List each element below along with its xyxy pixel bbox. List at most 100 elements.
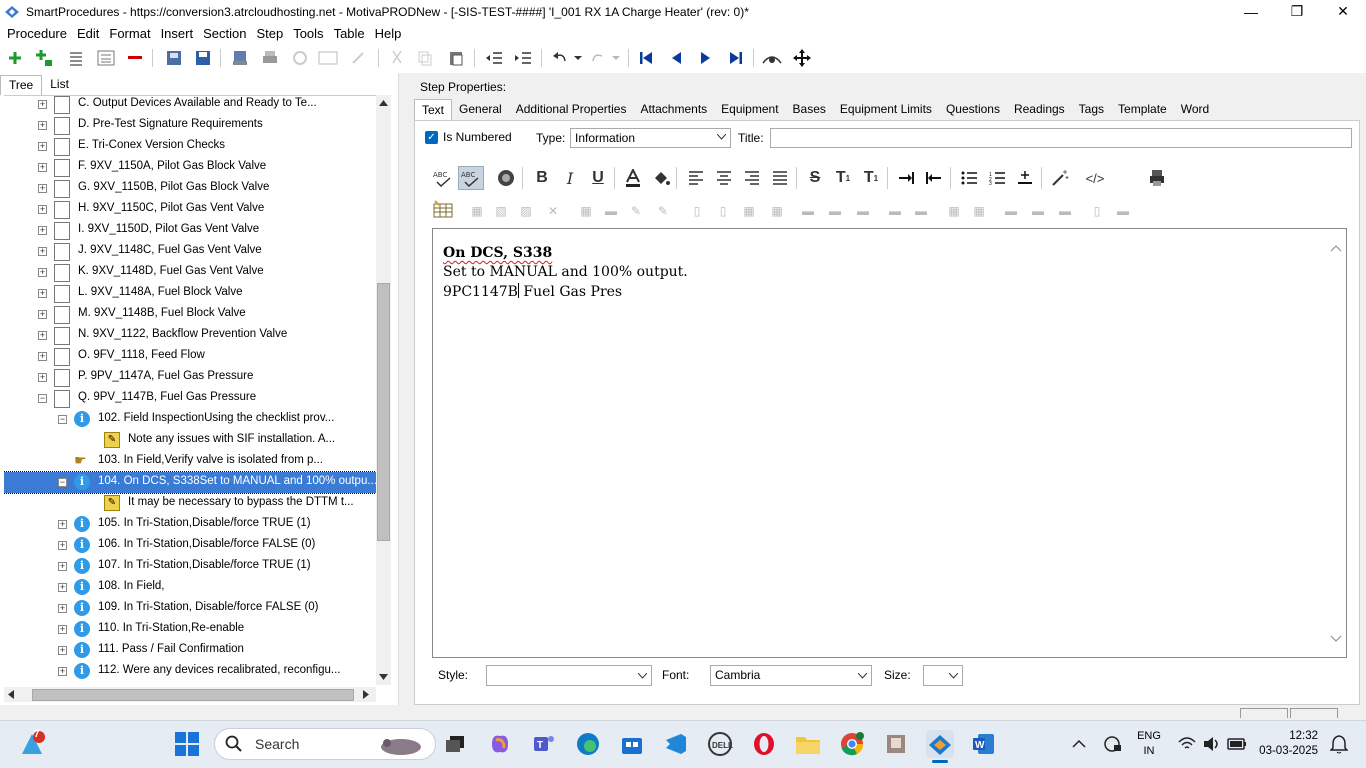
step-text-editor[interactable]: On DCS, S338 Set to MANUAL and 100% outp… — [432, 228, 1347, 658]
insert-table-icon[interactable] — [432, 200, 454, 218]
chrome-icon[interactable] — [838, 730, 866, 758]
scroll-right-icon[interactable] — [363, 690, 369, 699]
magic-wand-icon[interactable] — [1047, 166, 1073, 190]
tab-text[interactable]: Text — [414, 99, 453, 120]
tab-tags[interactable]: Tags — [1072, 99, 1111, 120]
is-numbered-checkbox[interactable]: ✓ Is Numbered — [425, 130, 512, 144]
subscript-icon[interactable]: T1 — [858, 166, 884, 190]
tree-item[interactable]: + H. 9XV_1150C, Pilot Gas Vent Valve — [4, 199, 376, 220]
widgets-icon[interactable]: 7 — [18, 729, 46, 758]
print-preview-icon[interactable] — [1144, 166, 1170, 190]
expand-icon[interactable]: + — [38, 373, 47, 382]
vscode-icon[interactable] — [662, 730, 690, 758]
minimize-button[interactable]: — — [1228, 0, 1274, 23]
close-button[interactable]: ✕ — [1320, 0, 1366, 23]
previous-icon[interactable] — [664, 47, 688, 69]
auto-spellcheck-icon[interactable]: ABC — [458, 166, 484, 190]
style-select[interactable] — [486, 665, 652, 686]
tree-item[interactable]: + F. 9XV_1150A, Pilot Gas Block Valve — [4, 157, 376, 178]
expand-icon[interactable]: + — [38, 331, 47, 340]
expand-icon[interactable]: + — [38, 142, 47, 151]
expand-icon[interactable]: + — [38, 121, 47, 130]
copilot-icon[interactable] — [486, 730, 514, 758]
tree-item[interactable]: + i 111. Pass / Fail Confirmation — [4, 640, 376, 661]
volume-icon[interactable] — [1203, 736, 1221, 752]
editor-scroll-down-icon[interactable] — [1330, 635, 1342, 643]
tree-item[interactable]: + E. Tri-Conex Version Checks — [4, 136, 376, 157]
tree-item[interactable]: + i 112. Were any devices recalibrated, re… — [4, 661, 376, 682]
maximize-button[interactable]: ❐ — [1274, 0, 1320, 23]
open-icon[interactable] — [162, 47, 186, 69]
expand-icon[interactable]: + — [58, 604, 67, 613]
tree-item[interactable]: + i 109. In Tri-Station, Disable/force FAL… — [4, 598, 376, 619]
tab-readings[interactable]: Readings — [1007, 99, 1072, 120]
tab-equipment-limits[interactable]: Equipment Limits — [833, 99, 939, 120]
collapse-icon[interactable]: − — [38, 394, 47, 403]
expand-icon[interactable]: + — [38, 247, 47, 256]
spellcheck-icon[interactable]: ABC — [430, 166, 456, 190]
justify-icon[interactable] — [767, 166, 793, 190]
size-select[interactable] — [923, 665, 963, 686]
tree-item[interactable]: + O. 9FV_1118, Feed Flow — [4, 346, 376, 367]
expand-icon[interactable]: + — [58, 667, 67, 676]
expand-icon[interactable]: + — [58, 583, 67, 592]
html-source-icon[interactable]: </> — [1082, 166, 1108, 190]
tree-item[interactable]: ✎ It may be necessary to bypass the DTTM … — [4, 493, 376, 514]
decrease-indent-icon[interactable] — [921, 166, 947, 190]
superscript-icon[interactable]: T1 — [830, 166, 856, 190]
menu-section[interactable]: Section — [198, 26, 251, 41]
tab-list[interactable]: List — [42, 75, 77, 95]
underline-icon[interactable]: U — [585, 166, 611, 190]
expand-icon[interactable]: + — [38, 184, 47, 193]
print-icon[interactable] — [258, 47, 282, 69]
tab-equipment[interactable]: Equipment — [714, 99, 785, 120]
expand-icon[interactable]: + — [38, 310, 47, 319]
dell-icon[interactable]: DELL — [706, 730, 734, 758]
expand-icon[interactable]: + — [58, 646, 67, 655]
italic-icon[interactable]: I — [557, 166, 583, 190]
add-child-icon[interactable] — [32, 47, 56, 69]
procedure-tree[interactable]: + C. Output Devices Available and Ready t… — [4, 95, 376, 685]
type-select[interactable]: Information — [570, 128, 731, 148]
panel-splitter[interactable] — [398, 73, 408, 705]
tree-item[interactable]: + N. 9XV_1122, Backflow Prevention Valve — [4, 325, 376, 346]
add-icon[interactable] — [3, 47, 27, 69]
tab-tree[interactable]: Tree — [0, 75, 43, 95]
align-right-icon[interactable] — [739, 166, 765, 190]
menu-tools[interactable]: Tools — [288, 26, 328, 41]
tree-item[interactable]: + K. 9XV_1148D, Fuel Gas Vent Valve — [4, 262, 376, 283]
tree-item[interactable]: + i 105. In Tri-Station,Disable/force TRUE… — [4, 514, 376, 535]
indent-icon[interactable] — [511, 47, 535, 69]
file-explorer-icon[interactable] — [794, 730, 822, 758]
expand-icon[interactable]: + — [38, 100, 47, 109]
remove-icon[interactable] — [123, 47, 147, 69]
find-icon[interactable] — [760, 47, 784, 69]
tree-item[interactable]: + G. 9XV_1150B, Pilot Gas Block Valve — [4, 178, 376, 199]
taskbar-search[interactable]: Search — [214, 728, 436, 760]
first-icon[interactable] — [634, 47, 658, 69]
menu-help[interactable]: Help — [370, 26, 407, 41]
align-left-icon[interactable] — [683, 166, 709, 190]
menu-step[interactable]: Step — [251, 26, 288, 41]
editor-scroll-up-icon[interactable] — [1330, 244, 1342, 252]
title-input[interactable] — [770, 128, 1352, 148]
scroll-down-icon[interactable] — [379, 674, 388, 680]
clock[interactable]: 12:32 03-03-2025 — [1256, 729, 1318, 759]
start-icon[interactable] — [173, 730, 201, 758]
save-icon[interactable] — [191, 47, 215, 69]
tree-item[interactable]: − Q. 9PV_1147B, Fuel Gas Pressure — [4, 388, 376, 409]
tree-horizontal-scroll-thumb[interactable] — [32, 689, 354, 701]
menu-table[interactable]: Table — [329, 26, 370, 41]
expand-icon[interactable]: + — [38, 205, 47, 214]
tab-word[interactable]: Word — [1174, 99, 1216, 120]
word-icon[interactable]: W — [970, 730, 998, 758]
tree-item[interactable]: + i 107. In Tri-Station,Disable/force TRUE… — [4, 556, 376, 577]
tab-general[interactable]: General — [452, 99, 509, 120]
smartprocedures-taskbar-icon[interactable] — [926, 730, 954, 758]
menu-edit[interactable]: Edit — [72, 26, 104, 41]
expand-icon[interactable]: + — [58, 541, 67, 550]
expand-icon[interactable]: + — [58, 625, 67, 634]
tree-item[interactable]: + i 110. In Tri-Station,Re-enable — [4, 619, 376, 640]
edge-icon[interactable] — [574, 730, 602, 758]
scroll-up-icon[interactable] — [379, 100, 388, 106]
